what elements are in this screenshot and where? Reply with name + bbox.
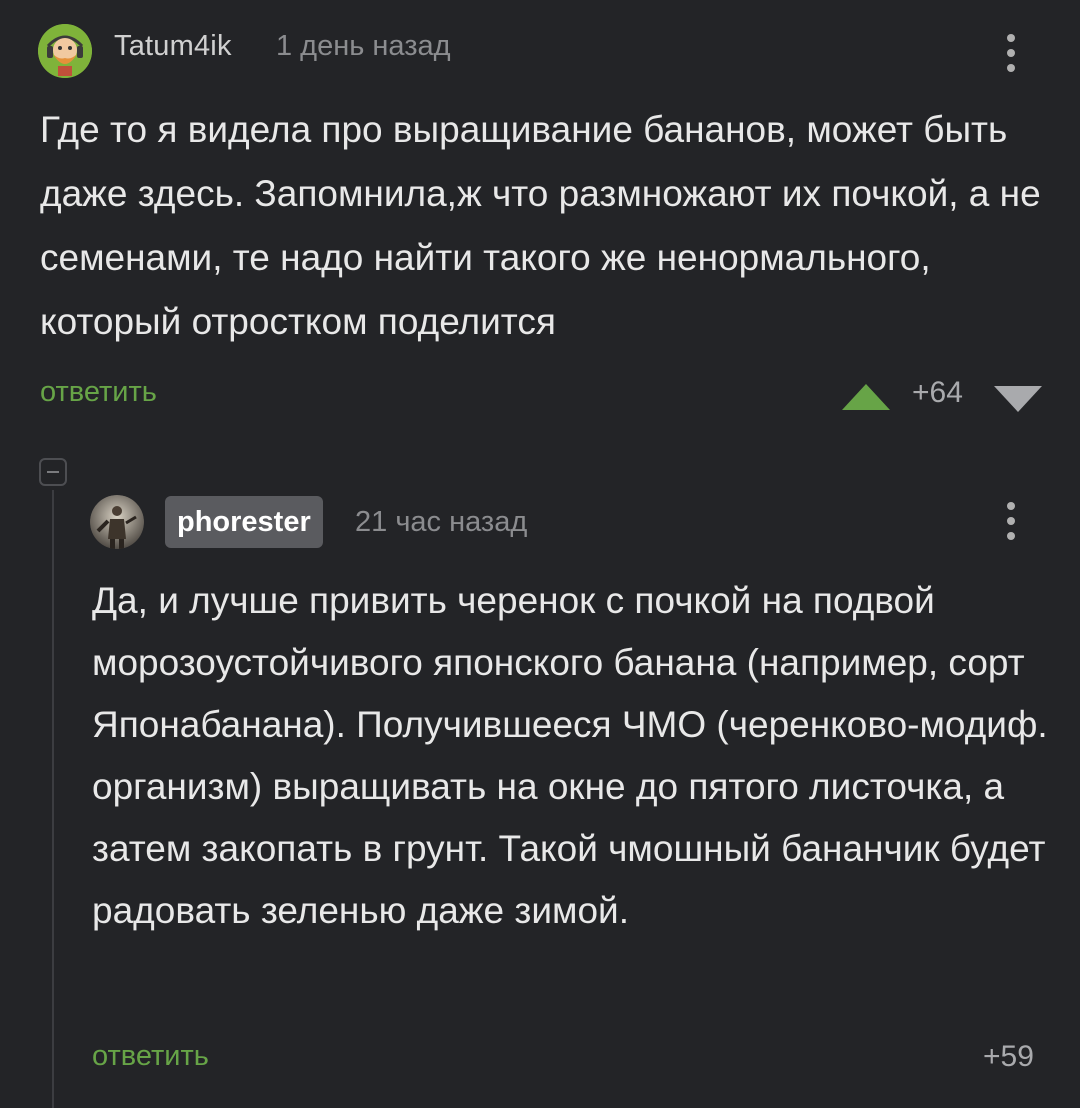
collapse-thread-icon[interactable] — [39, 458, 67, 486]
comment-author[interactable]: Tatum4ik — [114, 30, 232, 63]
comment-rating: +59 — [983, 1040, 1034, 1073]
comment-thread: Tatum4ik 1 день назад Где то я видела пр… — [0, 0, 1080, 1108]
comment-author-badge[interactable]: phorester — [165, 496, 323, 548]
upvote-arrow-icon[interactable] — [842, 384, 890, 410]
downvote-arrow-icon[interactable] — [994, 386, 1042, 412]
thread-branch-line[interactable] — [52, 490, 54, 1108]
reply-button[interactable]: ответить — [92, 1040, 209, 1073]
more-options-icon[interactable] — [1004, 34, 1018, 72]
comment-timestamp[interactable]: 21 час назад — [355, 506, 527, 539]
comment-body: Да, и лучше привить черенок с почкой на … — [92, 580, 1048, 931]
reply-button[interactable]: ответить — [40, 376, 157, 409]
more-options-icon[interactable] — [1004, 502, 1018, 540]
soldier-avatar-icon[interactable] — [90, 495, 144, 549]
bearded-man-avatar-icon[interactable] — [38, 24, 92, 78]
comment-rating: +64 — [912, 376, 963, 409]
comment-timestamp[interactable]: 1 день назад — [276, 30, 451, 63]
comment-body: Где то я видела про выращивание бананов,… — [40, 109, 1041, 342]
